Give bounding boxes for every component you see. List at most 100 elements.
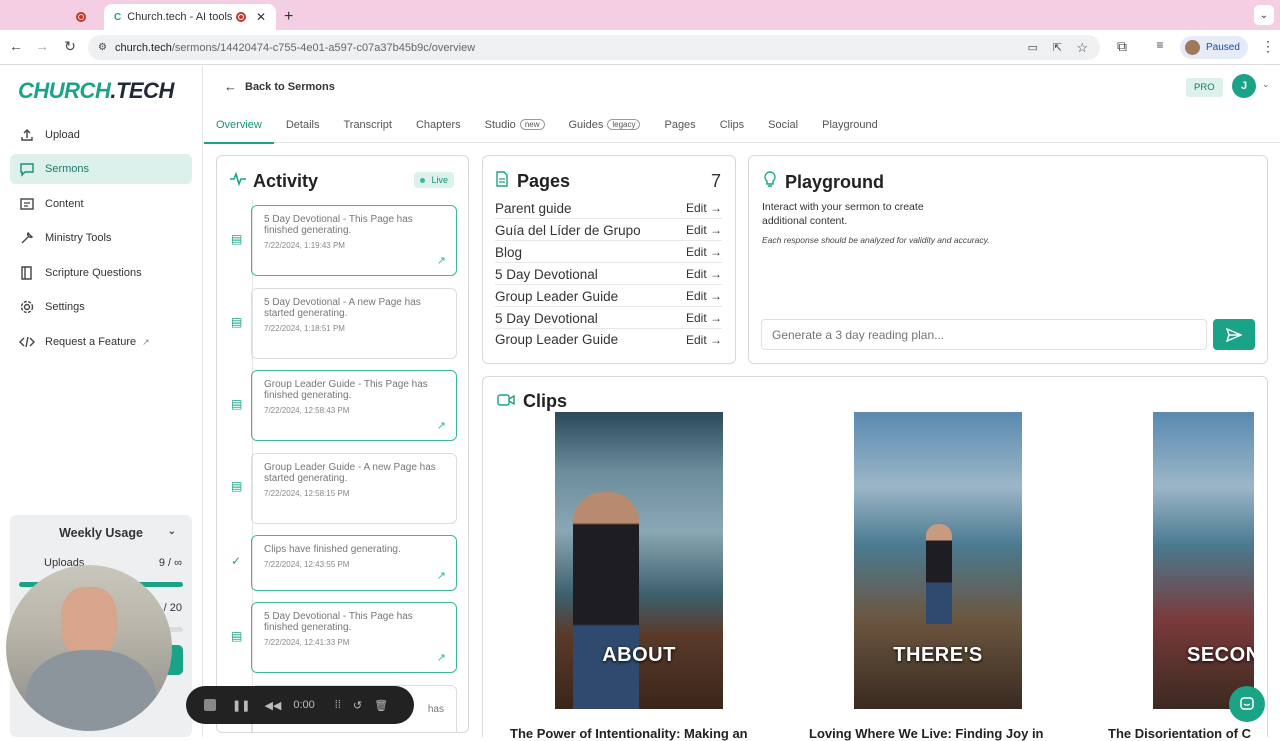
clip-thumbnail[interactable]: SECON [1153,412,1254,709]
edit-link[interactable]: Edit → [686,267,722,281]
code-icon [18,334,36,350]
pages-card: Pages 7 Parent guide Edit → Guía del Líde… [482,155,736,364]
browser-tab-bar: C Church.tech - AI tools tha ✕ + ⌄ [0,0,1280,30]
profile-avatar [1185,40,1200,55]
cast-icon[interactable]: ▭ [1028,41,1038,54]
playground-prompt-input[interactable] [761,319,1207,350]
account-chevron-icon[interactable]: ⌄ [1262,79,1270,90]
back-arrow-icon[interactable]: ← [6,38,26,54]
url-path: /sermons/14420474-c755-4e01-a597-c07a37b… [171,41,476,54]
support-chat-button[interactable] [1229,686,1265,722]
page-row[interactable]: 5 Day Devotional Edit → [495,264,722,285]
tab-playground[interactable]: Playground [810,107,890,143]
chat-icon [1240,697,1254,710]
user-avatar[interactable]: J [1232,74,1256,98]
activity-item[interactable]: Clips have finished generating. 7/22/202… [251,535,457,591]
tab-social[interactable]: Social [756,107,810,143]
sidebar-item-scripture-questions[interactable]: Scripture Questions [10,258,192,288]
sidebar-item-content[interactable]: Content [10,189,192,219]
page-name: Guía del Líder de Grupo [495,222,641,238]
browser-tab-active[interactable]: C Church.tech - AI tools tha ✕ [104,4,276,30]
new-tab-button[interactable]: + [284,4,293,30]
trash-icon[interactable]: 🗑 [374,699,388,712]
page-row[interactable]: Guía del Líder de Grupo Edit → [495,220,722,241]
rewind-icon[interactable]: ◀◀ [264,699,281,712]
edit-link[interactable]: Edit → [686,245,722,259]
edit-link[interactable]: Edit → [686,223,722,237]
address-bar[interactable]: ⚙ church.tech/sermons/14420474-c755-4e01… [88,35,1100,60]
usage-title[interactable]: Weekly Usage ⌄ [10,526,192,540]
clip-title[interactable]: Loving Where We Live: Finding Joy in [809,726,1064,741]
reload-icon[interactable]: ↻ [60,38,80,55]
open-link-icon[interactable]: ↗ [437,651,446,664]
open-link-icon[interactable]: ↗ [437,254,446,267]
tab-studio[interactable]: Studio new [473,107,557,143]
clip-thumbnail[interactable]: ABOUT [555,412,723,709]
tab-details[interactable]: Details [274,107,332,143]
page-row[interactable]: Group Leader Guide Edit → [495,286,722,307]
close-tab-icon[interactable]: ✕ [256,10,266,24]
pulse-icon [229,171,247,192]
upload-icon [18,127,36,143]
playground-card: Playground Interact with your sermon to … [748,155,1268,364]
back-to-sermons-link[interactable]: ← Back to Sermons [224,79,335,94]
send-icon [1226,327,1242,342]
document-icon: ▤ [231,479,243,493]
page-name: Group Leader Guide [495,288,619,304]
document-icon: ▤ [231,315,243,329]
profile-button[interactable]: Paused [1180,36,1248,59]
tab-clips[interactable]: Clips [708,107,756,143]
sidebar-item-upload[interactable]: Upload [10,120,192,150]
presenter-face [61,587,117,657]
tab-search-button[interactable]: ⌄ [1254,5,1274,25]
open-in-app-icon[interactable]: ⇱ [1053,41,1062,54]
send-button[interactable] [1213,319,1255,350]
media-control-icon[interactable]: ≡ [1150,38,1170,52]
edit-link[interactable]: Edit → [686,201,722,215]
tab-transcript[interactable]: Transcript [331,107,404,143]
edit-link[interactable]: Edit → [686,289,722,303]
browser-menu-icon[interactable]: ⋮ [1258,38,1278,55]
grip-icon[interactable]: ⁞⁞ [335,699,341,711]
page-row[interactable]: Group Leader Guide Edit → [495,329,722,350]
document-icon [495,171,509,192]
page-row[interactable]: 5 Day Devotional Edit → [495,308,722,329]
pause-icon[interactable]: ❚❚ [232,699,250,712]
page-row[interactable]: Blog Edit → [495,242,722,263]
edit-link[interactable]: Edit → [686,311,722,325]
content-icon [18,196,36,212]
activity-item[interactable]: Group Leader Guide - This Page has finis… [251,370,457,441]
lightbulb-icon [763,171,777,193]
recording-tab[interactable] [76,4,86,30]
stop-button[interactable] [204,699,216,711]
clip-thumbnail[interactable]: THERE'S [854,412,1022,709]
forward-arrow-icon[interactable]: → [32,38,52,54]
activity-title: Activity [229,171,318,192]
new-pill: new [519,119,545,130]
page-name: Blog [495,244,523,260]
playground-title: Playground [763,171,884,193]
page-row[interactable]: Parent guide Edit → [495,198,722,219]
sidebar-item-request-feature[interactable]: Request a Feature ↗ [10,327,192,357]
clip-title[interactable]: The Power of Intentionality: Making an [510,726,770,741]
tab-chapters[interactable]: Chapters [404,107,473,143]
edit-link[interactable]: Edit → [686,333,722,347]
site-settings-icon[interactable]: ⚙ [98,42,107,53]
page-name: 5 Day Devotional [495,266,598,282]
sidebar-item-ministry-tools[interactable]: Ministry Tools [10,223,192,253]
tab-pages[interactable]: Pages [652,107,707,143]
activity-item[interactable]: 5 Day Devotional - This Page has finishe… [251,205,457,276]
tab-overview[interactable]: Overview [204,107,274,144]
activity-item[interactable]: 5 Day Devotional - This Page has finishe… [251,602,457,673]
open-link-icon[interactable]: ↗ [437,569,446,582]
recorder-controls: ❚❚ ◀◀ 0:00 ⁞⁞ ↺ 🗑 [186,686,414,724]
church-tech-logo[interactable]: CHURCH.TECH [18,78,174,104]
clip-title[interactable]: The Disorientation of C [1108,726,1258,741]
extensions-icon[interactable]: ⧉ [1112,38,1132,55]
sidebar-item-settings[interactable]: Settings [10,292,192,322]
restart-icon[interactable]: ↺ [353,699,362,712]
sidebar-item-sermons[interactable]: Sermons [10,154,192,184]
open-link-icon[interactable]: ↗ [437,419,446,432]
tab-guides[interactable]: Guides legacy [557,107,653,143]
bookmark-star-icon[interactable]: ☆ [1076,40,1088,56]
